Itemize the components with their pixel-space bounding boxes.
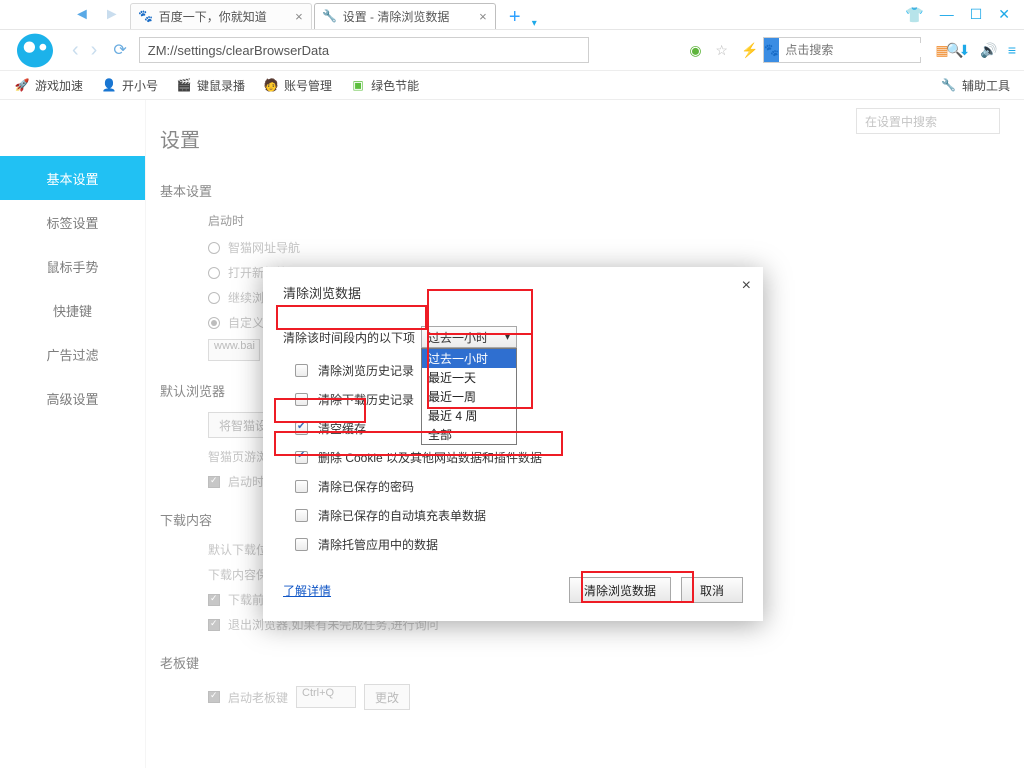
- minimize-icon[interactable]: —: [940, 6, 954, 24]
- bosskey-checkbox[interactable]: 启动老板键 Ctrl+Q 更改: [208, 684, 984, 710]
- clapper-icon: 🎬: [176, 77, 192, 93]
- option-all[interactable]: 全部: [422, 425, 516, 444]
- url-input[interactable]: ZM://settings/clearBrowserData: [139, 37, 589, 63]
- startup-title: 启动时: [208, 212, 984, 229]
- settings-search-input[interactable]: 在设置中搜索: [856, 108, 1000, 134]
- tab-settings[interactable]: 🔧 设置 - 清除浏览数据 ×: [314, 3, 496, 29]
- titlebar: ◄ ► 🐾 百度一下，你就知道 × 🔧 设置 - 清除浏览数据 × + ▾ 👕 …: [0, 0, 1024, 30]
- volume-icon[interactable]: 🔊: [980, 42, 997, 59]
- tab-strip: 🐾 百度一下，你就知道 × 🔧 设置 - 清除浏览数据 × + ▾: [130, 1, 537, 29]
- startup-url-input[interactable]: www.bai: [208, 339, 260, 361]
- bm-multi-account[interactable]: 👤开小号: [101, 77, 158, 94]
- paw-icon: 🐾: [139, 9, 153, 23]
- option-past-hour[interactable]: 过去一小时: [422, 349, 516, 368]
- wrench-icon: 🔧: [323, 9, 337, 23]
- chk-cookies[interactable]: 删除 Cookie 以及其他网站数据和插件数据: [295, 449, 743, 466]
- search-input[interactable]: [779, 43, 946, 57]
- menu-icon[interactable]: ≡: [1008, 42, 1016, 58]
- chk-download-history[interactable]: 清除下载历史记录: [295, 391, 743, 408]
- download-icon[interactable]: ⬇: [959, 42, 971, 59]
- new-tab-button[interactable]: +: [504, 7, 526, 29]
- maximize-icon[interactable]: ☐: [970, 6, 983, 24]
- bosskey-change-button[interactable]: 更改: [364, 684, 410, 710]
- nav-back-icon[interactable]: ‹: [68, 39, 83, 62]
- bosskey-input[interactable]: Ctrl+Q: [296, 686, 356, 708]
- bm-record[interactable]: 🎬键鼠录播: [176, 77, 245, 94]
- bookmark-bar: 🚀游戏加速 👤开小号 🎬键鼠录播 🧑账号管理 ▣绿色节能 🔧辅助工具: [0, 70, 1024, 100]
- time-range-select[interactable]: 过去一小时 ▾: [421, 326, 517, 348]
- bm-account-mgr[interactable]: 🧑账号管理: [263, 77, 332, 94]
- close-window-icon[interactable]: ✕: [998, 6, 1010, 24]
- bm-eco[interactable]: ▣绿色节能: [350, 77, 419, 94]
- bm-game-boost[interactable]: 🚀游戏加速: [14, 77, 83, 94]
- chevron-down-icon[interactable]: ▾: [532, 18, 537, 29]
- apps-icon[interactable]: ▦: [935, 42, 948, 59]
- bolt-icon[interactable]: ⚡: [741, 42, 757, 58]
- close-icon[interactable]: ×: [742, 277, 751, 295]
- close-icon[interactable]: ×: [479, 9, 487, 24]
- option-past-week[interactable]: 最近一周: [422, 387, 516, 406]
- search-provider-icon[interactable]: 🐾: [764, 38, 779, 62]
- history-back-icon[interactable]: ◄: [70, 6, 94, 24]
- sidebar-item-advanced[interactable]: 高级设置: [0, 376, 145, 420]
- chk-hosted-apps[interactable]: 清除托管应用中的数据: [295, 536, 743, 553]
- clear-data-dialog: × 清除浏览数据 清除该时间段内的以下项 过去一小时 ▾ 过去一小时 最近一天 …: [263, 267, 763, 621]
- user-icon: 👤: [101, 77, 117, 93]
- browser-logo: [8, 30, 62, 70]
- chk-passwords[interactable]: 清除已保存的密码: [295, 478, 743, 495]
- chk-autofill[interactable]: 清除已保存的自动填充表单数据: [295, 507, 743, 524]
- leaf-icon: ▣: [350, 77, 366, 93]
- history-fwd-icon[interactable]: ►: [100, 6, 124, 24]
- refresh-icon[interactable]: ⟳: [107, 40, 132, 60]
- skin-icon[interactable]: 👕: [905, 6, 924, 24]
- sidebar-item-tabs[interactable]: 标签设置: [0, 200, 145, 244]
- clear-button[interactable]: 清除浏览数据: [569, 577, 671, 603]
- chevron-down-icon: ▾: [505, 332, 510, 343]
- rocket-icon: 🚀: [14, 77, 30, 93]
- settings-sidebar: 基本设置 标签设置 鼠标手势 快捷键 广告过滤 高级设置: [0, 100, 146, 768]
- chk-browse-history[interactable]: 清除浏览历史记录: [295, 362, 743, 379]
- star-icon[interactable]: ☆: [715, 42, 731, 58]
- option-past-4weeks[interactable]: 最近 4 周: [422, 406, 516, 425]
- tab-label: 设置 - 清除浏览数据: [343, 8, 450, 25]
- sidebar-item-gestures[interactable]: 鼠标手势: [0, 244, 145, 288]
- dialog-prompt: 清除该时间段内的以下项: [283, 329, 415, 346]
- time-range-dropdown: 过去一小时 最近一天 最近一周 最近 4 周 全部: [421, 348, 517, 445]
- search-box[interactable]: 🐾 🔍: [763, 37, 921, 63]
- avatar-icon: 🧑: [263, 77, 279, 93]
- aux-tools[interactable]: 🔧辅助工具: [941, 77, 1010, 94]
- cancel-button[interactable]: 取消: [681, 577, 743, 603]
- sidebar-item-shortcuts[interactable]: 快捷键: [0, 288, 145, 332]
- section-bosskey: 老板键: [160, 653, 984, 672]
- tab-baidu[interactable]: 🐾 百度一下，你就知道 ×: [130, 3, 312, 29]
- wechat-icon[interactable]: ◉: [689, 42, 705, 58]
- address-bar: ‹ › ⟳ ZM://settings/clearBrowserData ◉ ☆…: [0, 30, 1024, 70]
- option-past-day[interactable]: 最近一天: [422, 368, 516, 387]
- nav-fwd-icon[interactable]: ›: [87, 39, 102, 62]
- section-basic: 基本设置: [160, 181, 984, 200]
- wrench-icon: 🔧: [941, 78, 956, 92]
- dialog-title: 清除浏览数据: [283, 283, 743, 302]
- close-icon[interactable]: ×: [295, 9, 303, 24]
- sidebar-item-adblock[interactable]: 广告过滤: [0, 332, 145, 376]
- window-controls: 👕 — ☐ ✕: [905, 6, 1020, 24]
- tab-label: 百度一下，你就知道: [159, 8, 267, 25]
- startup-opt1[interactable]: 智猫网址导航: [208, 239, 984, 256]
- learn-more-link[interactable]: 了解详情: [283, 582, 331, 599]
- chk-cache[interactable]: 清空缓存: [295, 420, 743, 437]
- sidebar-item-basic[interactable]: 基本设置: [0, 156, 145, 200]
